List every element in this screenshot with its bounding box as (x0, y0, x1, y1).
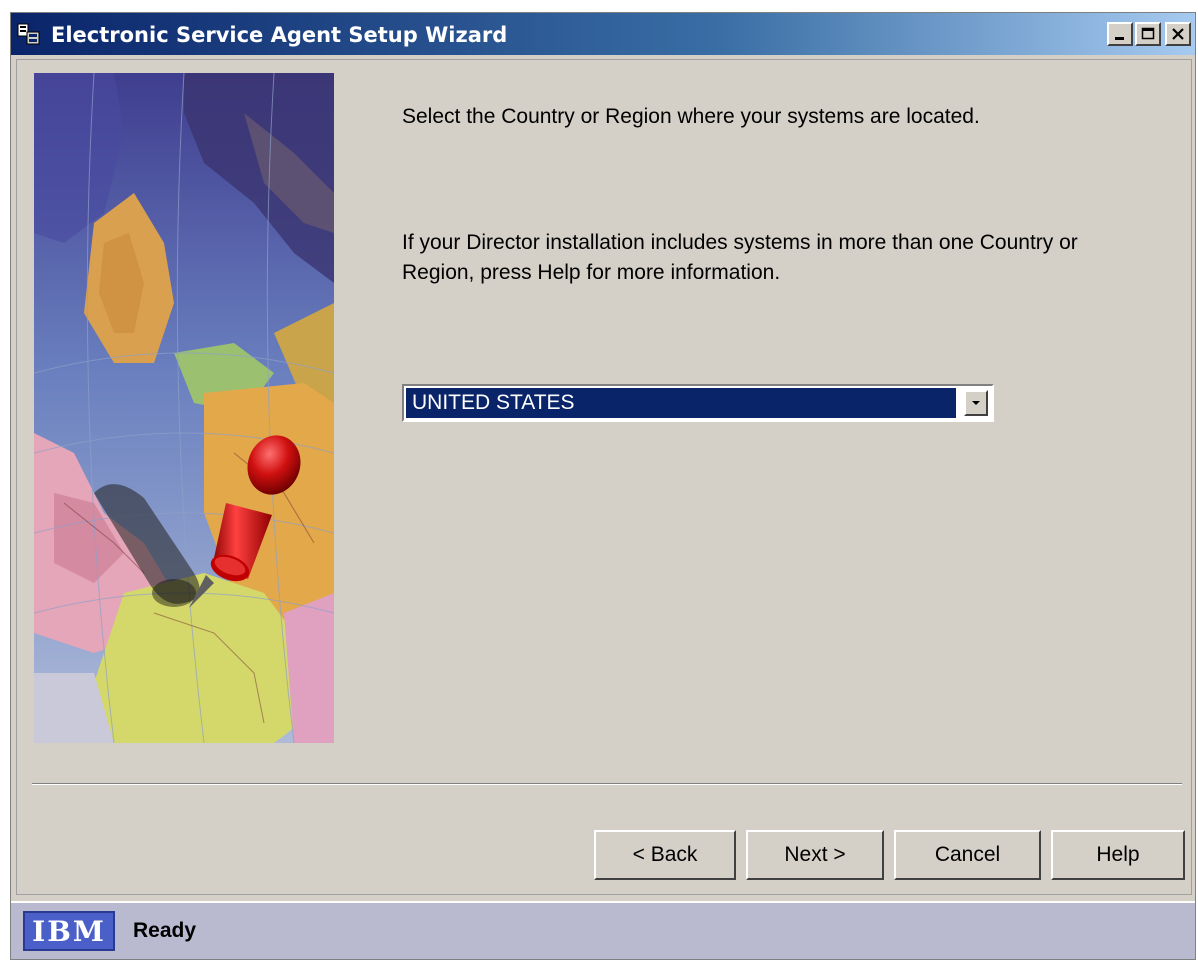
ibm-logo-text: IBM (32, 914, 106, 948)
ibm-logo: IBM (23, 911, 115, 951)
help-button[interactable]: Help (1051, 830, 1185, 880)
wizard-content: Select the Country or Region where your … (16, 59, 1192, 895)
next-button[interactable]: Next > (746, 830, 884, 880)
world-map-pushpin-image (34, 73, 334, 743)
chevron-down-icon (972, 401, 980, 405)
maximize-button[interactable] (1135, 22, 1161, 46)
minimize-icon (1115, 37, 1124, 40)
separator-line (32, 783, 1182, 785)
cancel-button[interactable]: Cancel (894, 830, 1041, 880)
minimize-button[interactable] (1107, 22, 1133, 46)
window-title: Electronic Service Agent Setup Wizard (51, 23, 508, 47)
status-text: Ready (133, 919, 197, 942)
close-button[interactable] (1165, 22, 1191, 46)
app-icon (17, 23, 40, 45)
back-button[interactable]: < Back (594, 830, 736, 880)
country-region-select[interactable]: UNITED STATES (402, 384, 994, 422)
status-bar: IBM Ready (11, 901, 1195, 959)
country-region-selected-value[interactable]: UNITED STATES (406, 388, 956, 418)
maximize-icon (1141, 27, 1155, 40)
title-bar[interactable]: Electronic Service Agent Setup Wizard (11, 13, 1195, 55)
close-icon (1172, 28, 1184, 40)
wizard-window: Electronic Service Agent Setup Wizard Se… (10, 12, 1196, 960)
instruction-text: Select the Country or Region where your … (402, 105, 980, 128)
dropdown-button[interactable] (964, 390, 988, 416)
help-note-text: If your Director installation includes s… (402, 231, 1078, 284)
